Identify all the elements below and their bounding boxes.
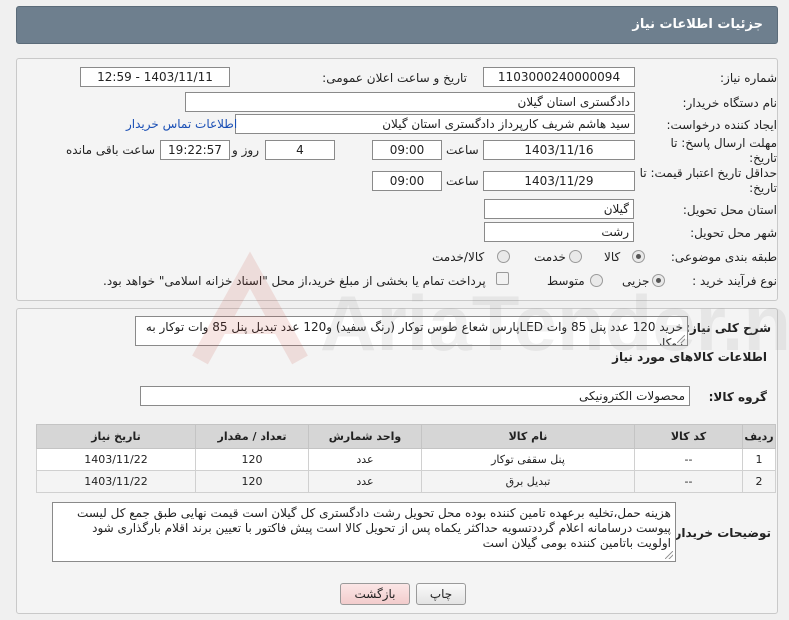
description-text: خرید 120 عدد پنل 85 وات LEDپارس شعاع طوس…	[145, 320, 683, 346]
validity-time-label: ساعت	[446, 174, 479, 188]
cell-qty: 120	[195, 470, 309, 493]
reply-time-field: 09:00	[372, 140, 442, 160]
purchase-radio-medium[interactable]	[590, 274, 603, 287]
reply-deadline-label: مهلت ارسال پاسخ: تا تاریخ:	[670, 136, 777, 165]
province-field: گیلان	[484, 199, 634, 219]
print-button[interactable]: چاپ	[416, 583, 466, 605]
col-code-header: کد کالا	[634, 424, 743, 449]
cell-date: 1403/11/22	[36, 470, 196, 493]
cell-code: --	[634, 470, 743, 493]
validity-time-field: 09:00	[372, 171, 442, 191]
city-field: رشت	[484, 222, 634, 242]
purchase-option-minor: جزیی	[622, 274, 650, 288]
description-textarea[interactable]: خرید 120 عدد پنل 85 وات LEDپارس شعاع طوس…	[135, 316, 688, 346]
category-option-service: خدمت	[534, 250, 566, 264]
price-validity-label: حداقل تاریخ اعتبار قیمت: تا تاریخ:	[639, 166, 777, 195]
cell-unit: عدد	[308, 470, 422, 493]
page-header: جزئیات اطلاعات نیاز	[16, 6, 778, 44]
table-row: 1 -- پنل سقفی توکار عدد 120 1403/11/22	[36, 448, 776, 471]
goods-group-label: گروه کالا:	[708, 390, 767, 404]
category-radio-goods-service[interactable]	[497, 250, 510, 263]
purchase-radio-minor[interactable]	[652, 274, 665, 287]
category-option-goods-service: کالا/خدمت	[432, 250, 485, 264]
cell-row: 2	[742, 470, 776, 493]
buyer-org-field: دادگستری استان گیلان	[185, 92, 635, 112]
category-radio-goods[interactable]	[632, 250, 645, 263]
col-unit-header: واحد شمارش	[308, 424, 422, 449]
col-date-header: تاریخ نیاز	[36, 424, 196, 449]
cell-name: تبدیل برق	[421, 470, 635, 493]
col-row-header: ردیف	[742, 424, 776, 449]
resize-grip-icon[interactable]	[665, 551, 673, 559]
table-row: 2 -- تبدیل برق عدد 120 1403/11/22	[36, 470, 776, 493]
buyer-notes-text: هزینه حمل،تخلیه برعهده تامین کننده بوده …	[77, 506, 671, 550]
goods-section-title: اطلاعات کالاهای مورد نیاز	[612, 350, 767, 364]
cell-unit: عدد	[308, 448, 422, 471]
treasury-note: پرداخت تمام یا بخشی از مبلغ خرید،از محل …	[103, 274, 486, 288]
reply-time-label: ساعت	[446, 143, 479, 157]
col-name-header: نام کالا	[421, 424, 635, 449]
need-number-field: 1103000240000094	[483, 67, 635, 87]
remaining-time-label: ساعت باقی مانده	[66, 143, 156, 157]
announce-date-field: 1403/11/11 - 12:59	[80, 67, 230, 87]
buyer-org-label: نام دستگاه خریدار:	[682, 96, 778, 110]
goods-group-field: محصولات الکترونیکی	[140, 386, 690, 406]
col-qty-header: تعداد / مقدار	[195, 424, 309, 449]
cell-row: 1	[742, 448, 776, 471]
back-button[interactable]: بازگشت	[340, 583, 410, 605]
goods-table: ردیف کد کالا نام کالا واحد شمارش تعداد /…	[36, 424, 776, 493]
reply-date-field: 1403/11/16	[483, 140, 635, 160]
cell-date: 1403/11/22	[36, 448, 196, 471]
province-label: استان محل تحویل:	[682, 203, 777, 217]
resize-grip-icon[interactable]	[677, 335, 685, 343]
purchase-option-medium: متوسط	[547, 274, 585, 288]
description-label: شرح کلی نیاز:	[685, 321, 771, 335]
treasury-checkbox[interactable]	[496, 272, 509, 285]
cell-qty: 120	[195, 448, 309, 471]
category-label: طبقه بندی موضوعی:	[670, 250, 777, 264]
cell-code: --	[634, 448, 743, 471]
days-and-label: روز و	[232, 143, 259, 157]
cell-name: پنل سقفی توکار	[421, 448, 635, 471]
requester-label: ایجاد کننده درخواست:	[666, 118, 777, 132]
page-title: جزئیات اطلاعات نیاز	[632, 17, 763, 32]
requester-field: سید هاشم شریف کارپرداز دادگستری استان گی…	[235, 114, 635, 134]
remaining-days-field: 4	[265, 140, 335, 160]
validity-date-field: 1403/11/29	[483, 171, 635, 191]
remaining-time-field: 19:22:57	[160, 140, 230, 160]
buyer-contact-link[interactable]: اطلاعات تماس خریدار	[126, 117, 237, 131]
need-number-label: شماره نیاز:	[720, 71, 777, 85]
goods-table-header: ردیف کد کالا نام کالا واحد شمارش تعداد /…	[36, 424, 776, 449]
purchase-type-label: نوع فرآیند خرید :	[692, 274, 777, 288]
city-label: شهر محل تحویل:	[690, 226, 777, 240]
announce-date-label: تاریخ و ساعت اعلان عمومی:	[322, 71, 467, 85]
buyer-notes-label: توضیحات خریدار:	[669, 526, 771, 540]
category-option-goods: کالا	[604, 250, 621, 264]
buyer-notes-textarea[interactable]: هزینه حمل،تخلیه برعهده تامین کننده بوده …	[52, 502, 676, 562]
category-radio-service[interactable]	[569, 250, 582, 263]
